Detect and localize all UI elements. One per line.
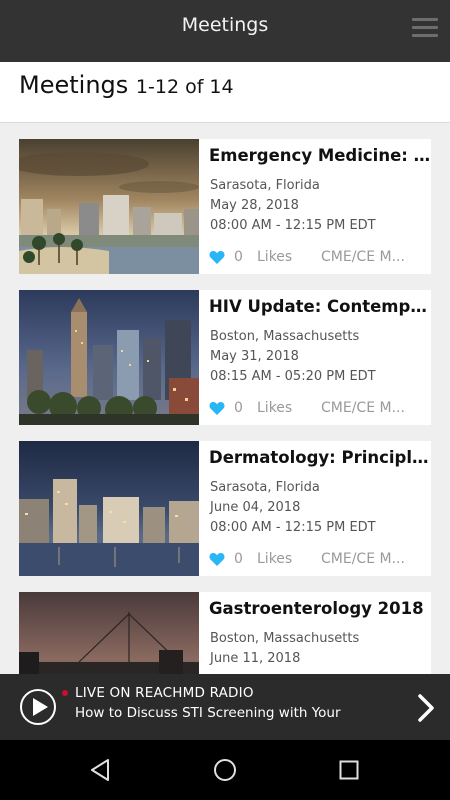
app-bar: Meetings	[0, 0, 450, 62]
meeting-card[interactable]: HIV Update: Contempo... Boston, Massachu…	[19, 290, 431, 425]
meeting-location: Boston, Massachusetts	[210, 329, 360, 344]
likes-count: 0	[234, 400, 243, 416]
app-title: Meetings	[181, 14, 269, 36]
meeting-location: Sarasota, Florida	[210, 480, 320, 495]
meeting-thumbnail	[19, 290, 199, 425]
likes-row: 0 Likes CME/CE M...	[209, 400, 431, 420]
home-icon[interactable]	[213, 758, 237, 782]
meeting-thumbnail	[19, 592, 199, 674]
page-header: Meetings 1-12 of 14	[0, 62, 450, 123]
meeting-title[interactable]: Emergency Medicine: P...	[209, 146, 431, 165]
meeting-location: Boston, Massachusetts	[210, 631, 360, 646]
credit-type: CME/CE M...	[321, 249, 405, 265]
likes-count: 0	[234, 551, 243, 567]
meeting-thumbnail	[19, 139, 199, 274]
meeting-info: HIV Update: Contempo... Boston, Massachu…	[209, 290, 431, 425]
meeting-date: May 28, 2018	[210, 198, 299, 213]
heart-icon[interactable]	[209, 552, 225, 567]
recent-apps-icon[interactable]	[339, 760, 359, 780]
meeting-title[interactable]: Dermatology: Principle...	[209, 448, 431, 467]
likes-row: 0 Likes CME/CE M...	[209, 551, 431, 571]
meeting-time: 08:15 AM - 05:20 PM EDT	[210, 369, 376, 384]
page-title: Meetings 1-12 of 14	[19, 71, 234, 99]
likes-label: Likes	[257, 400, 293, 416]
meeting-card[interactable]: Gastroenterology 2018 Boston, Massachuse…	[19, 592, 431, 674]
meeting-time: 08:00 AM - 12:15 PM EDT	[210, 520, 376, 535]
live-indicator-dot	[62, 690, 68, 696]
heart-icon[interactable]	[209, 250, 225, 265]
likes-label: Likes	[257, 249, 293, 265]
back-icon[interactable]	[88, 757, 112, 783]
meeting-date: June 04, 2018	[210, 500, 301, 515]
meeting-thumbnail	[19, 441, 199, 576]
meeting-date: May 31, 2018	[210, 349, 299, 364]
meeting-title[interactable]: Gastroenterology 2018	[209, 599, 431, 618]
credit-type: CME/CE M...	[321, 551, 405, 567]
likes-label: Likes	[257, 551, 293, 567]
credit-type: CME/CE M...	[321, 400, 405, 416]
play-icon[interactable]	[19, 688, 57, 726]
results-range: 1-12 of 14	[135, 76, 234, 98]
now-playing-title[interactable]: How to Discuss STI Screening with Your	[75, 705, 395, 721]
likes-row: 0 Likes CME/CE M...	[209, 249, 431, 269]
meeting-card[interactable]: Dermatology: Principle... Sarasota, Flor…	[19, 441, 431, 576]
meeting-time: 08:00 AM - 12:15 PM EDT	[210, 218, 376, 233]
chevron-right-icon[interactable]	[416, 693, 436, 723]
meeting-location: Sarasota, Florida	[210, 178, 320, 193]
page-title-text: Meetings	[19, 71, 129, 99]
likes-count: 0	[234, 249, 243, 265]
system-nav-bar	[0, 740, 450, 800]
radio-player[interactable]: LIVE ON REACHMD RADIO How to Discuss STI…	[0, 674, 450, 740]
meeting-info: Emergency Medicine: P... Sarasota, Flori…	[209, 139, 431, 274]
meeting-card[interactable]: Emergency Medicine: P... Sarasota, Flori…	[19, 139, 431, 274]
meeting-info: Dermatology: Principle... Sarasota, Flor…	[209, 441, 431, 576]
live-label: LIVE ON REACHMD RADIO	[75, 685, 254, 701]
meeting-list[interactable]: Emergency Medicine: P... Sarasota, Flori…	[0, 123, 450, 674]
meeting-date: June 11, 2018	[210, 651, 301, 666]
heart-icon[interactable]	[209, 401, 225, 416]
meeting-title[interactable]: HIV Update: Contempo...	[209, 297, 431, 316]
meeting-info: Gastroenterology 2018 Boston, Massachuse…	[209, 592, 431, 674]
hamburger-menu-icon[interactable]	[412, 18, 438, 40]
